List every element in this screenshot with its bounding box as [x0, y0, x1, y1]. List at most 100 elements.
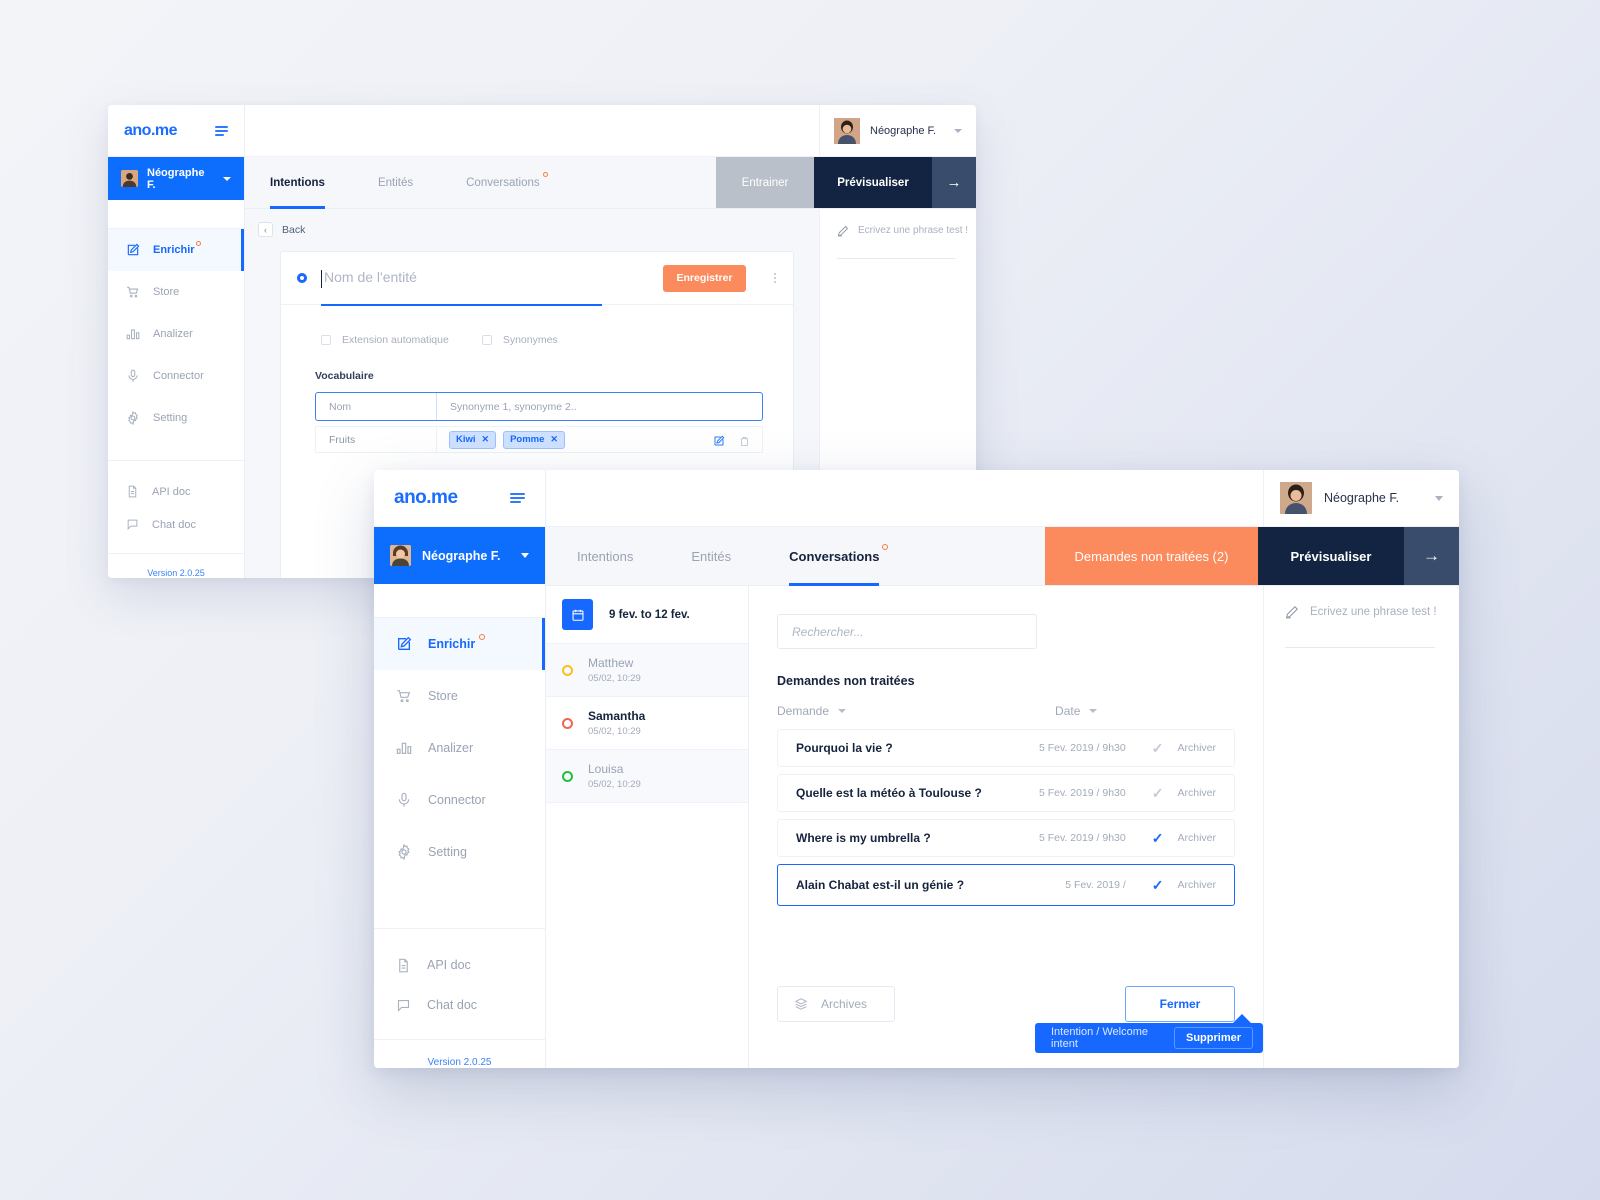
save-button[interactable]: Enregistrer: [663, 264, 746, 292]
chip-pomme[interactable]: Pomme ✕: [503, 430, 565, 449]
check-icon[interactable]: ✓: [1152, 877, 1164, 894]
list-item[interactable]: Samantha 05/02, 10:29: [546, 697, 748, 750]
microphone-icon: [126, 369, 140, 383]
tab-entites[interactable]: Entités: [633, 527, 731, 585]
pending-requests-button[interactable]: Demandes non traitées (2): [1045, 527, 1258, 585]
open-preview-arrow-button[interactable]: →: [1404, 527, 1459, 585]
tab-intentions[interactable]: Intentions: [546, 527, 633, 585]
sidebar-item-analizer[interactable]: Analizer: [108, 313, 244, 355]
entity-options-row: Extension automatique Synonymes: [281, 305, 793, 346]
column-demande[interactable]: Demande: [777, 704, 829, 718]
sort-caret-icon[interactable]: [838, 709, 847, 713]
tab-intentions[interactable]: Intentions: [245, 157, 325, 209]
table-row[interactable]: Pourquoi la vie ? 5 Fev. 2019 / 9h30 ✓ A…: [777, 729, 1235, 767]
sidebar-user-name: Néographe F.: [147, 166, 205, 191]
sidebar-user-switcher[interactable]: Néographe F.: [374, 527, 545, 584]
sidebar-item-api-doc[interactable]: API doc: [374, 945, 545, 985]
pencil-icon: [837, 224, 849, 237]
menu-toggle-icon[interactable]: [215, 125, 228, 136]
sidebar-item-chat-doc[interactable]: Chat doc: [108, 508, 244, 541]
vocabulary-input-row[interactable]: Nom Synonyme 1, synonyme 2..: [315, 392, 763, 421]
preview-button[interactable]: Prévisualiser: [1258, 527, 1404, 585]
list-item[interactable]: Louisa 05/02, 10:29: [546, 750, 748, 803]
sidebar-item-label: Analizer: [428, 741, 474, 755]
preview-button[interactable]: Prévisualiser: [814, 157, 932, 208]
checkbox-synonymes[interactable]: [481, 335, 492, 345]
entity-radio-icon[interactable]: [297, 273, 307, 283]
archives-button[interactable]: Archives: [777, 986, 895, 1022]
sidebar-item-api-doc[interactable]: API doc: [108, 475, 244, 508]
close-button[interactable]: Fermer: [1125, 986, 1235, 1022]
close-icon[interactable]: ✕: [550, 434, 558, 445]
edit-icon[interactable]: [713, 434, 725, 446]
archive-label[interactable]: Archiver: [1177, 832, 1216, 844]
delete-icon[interactable]: [739, 434, 750, 447]
table-row[interactable]: Fruits Kiwi ✕ Pomme ✕: [315, 426, 763, 453]
archive-label[interactable]: Archiver: [1177, 787, 1216, 799]
chevron-down-icon[interactable]: [1435, 495, 1443, 501]
back-chevron-icon[interactable]: ‹: [258, 222, 273, 237]
tab-conversations[interactable]: Conversations: [731, 527, 889, 586]
column-headers: Demande Date: [749, 688, 1263, 718]
menu-toggle-icon[interactable]: [510, 493, 525, 503]
archive-label[interactable]: Archiver: [1177, 742, 1216, 754]
checkbox-extension-automatique[interactable]: [321, 335, 331, 345]
sidebar-item-connector[interactable]: Connector: [374, 774, 545, 826]
tab-conversations[interactable]: Conversations: [413, 157, 548, 208]
entity-name-placeholder: Nom de l'entité: [324, 268, 417, 285]
archive-label[interactable]: Archiver: [1177, 879, 1216, 891]
sidebar-user-switcher[interactable]: Néographe F.: [108, 157, 244, 200]
search-input[interactable]: Rechercher...: [777, 614, 1037, 649]
sidebar-item-store[interactable]: Store: [108, 271, 244, 313]
status-dot-icon: [562, 664, 573, 676]
table-row[interactable]: Quelle est la météo à Toulouse ? 5 Fev. …: [777, 774, 1235, 812]
sidebar-item-setting[interactable]: Setting: [108, 397, 244, 439]
calendar-icon[interactable]: [562, 599, 593, 630]
entity-name-input[interactable]: Nom de l'entité: [321, 252, 649, 306]
sort-caret-icon[interactable]: [1089, 709, 1098, 713]
checkbox-label: Synonymes: [502, 334, 558, 346]
row-actions: [713, 434, 762, 447]
check-icon[interactable]: ✓: [1152, 740, 1164, 757]
notification-dot-icon: [196, 241, 201, 246]
list-item[interactable]: Matthew 05/02, 10:29: [546, 644, 748, 697]
open-preview-arrow-button[interactable]: →: [932, 157, 976, 208]
tab-label: Conversations: [466, 176, 540, 189]
bar-chart-icon: [126, 327, 140, 341]
window2-main: Rechercher... Demandes non traitées Dema…: [749, 586, 1263, 1068]
test-input-row[interactable]: Ecrivez une phrase test !: [1264, 586, 1459, 619]
sidebar-item-setting[interactable]: Setting: [374, 826, 545, 878]
sidebar-item-chat-doc[interactable]: Chat doc: [374, 985, 545, 1025]
column-date[interactable]: Date: [1055, 704, 1080, 718]
request-question: Where is my umbrella ?: [796, 831, 931, 845]
sidebar-item-store[interactable]: Store: [374, 670, 545, 722]
table-row[interactable]: Where is my umbrella ? 5 Fev. 2019 / 9h3…: [777, 819, 1235, 857]
sidebar-doc-label: API doc: [427, 958, 471, 972]
sidebar-item-connector[interactable]: Connector: [108, 355, 244, 397]
table-row[interactable]: Alain Chabat est-il un génie ? 5 Fev. 20…: [777, 864, 1235, 906]
sidebar-doc-label: API doc: [152, 485, 191, 498]
chevron-down-icon[interactable]: [954, 128, 962, 133]
test-input-row[interactable]: Ecrivez une phrase test !: [820, 209, 976, 237]
check-icon[interactable]: ✓: [1152, 830, 1164, 847]
sidebar-item-enrichir[interactable]: Enrichir: [108, 229, 244, 271]
close-icon[interactable]: ✕: [482, 434, 490, 445]
sidebar-item-enrichir[interactable]: Enrichir: [374, 618, 545, 670]
delete-intent-button[interactable]: Supprimer: [1173, 1027, 1253, 1049]
back-label: Back: [282, 223, 306, 236]
tooltip-text: Intention / Welcome intent: [1051, 1026, 1149, 1050]
check-icon[interactable]: ✓: [1152, 785, 1164, 802]
more-options-icon[interactable]: [774, 273, 776, 283]
topbar-user[interactable]: Néographe F.: [819, 105, 976, 156]
back-row[interactable]: ‹ Back: [245, 209, 819, 237]
sidebar-item-label: Store: [428, 689, 458, 703]
brand-bar: ano.me: [108, 105, 244, 157]
bar-chart-icon: [396, 740, 412, 756]
train-button[interactable]: Entrainer: [716, 157, 814, 208]
tab-entites[interactable]: Entités: [325, 157, 413, 208]
sidebar-item-analizer[interactable]: Analizer: [374, 722, 545, 774]
date-range-row[interactable]: 9 fev. to 12 fev.: [546, 586, 748, 644]
vocab-row-name: Fruits: [329, 433, 356, 446]
chip-kiwi[interactable]: Kiwi ✕: [449, 430, 497, 449]
topbar-user[interactable]: Néographe F.: [1263, 470, 1459, 526]
